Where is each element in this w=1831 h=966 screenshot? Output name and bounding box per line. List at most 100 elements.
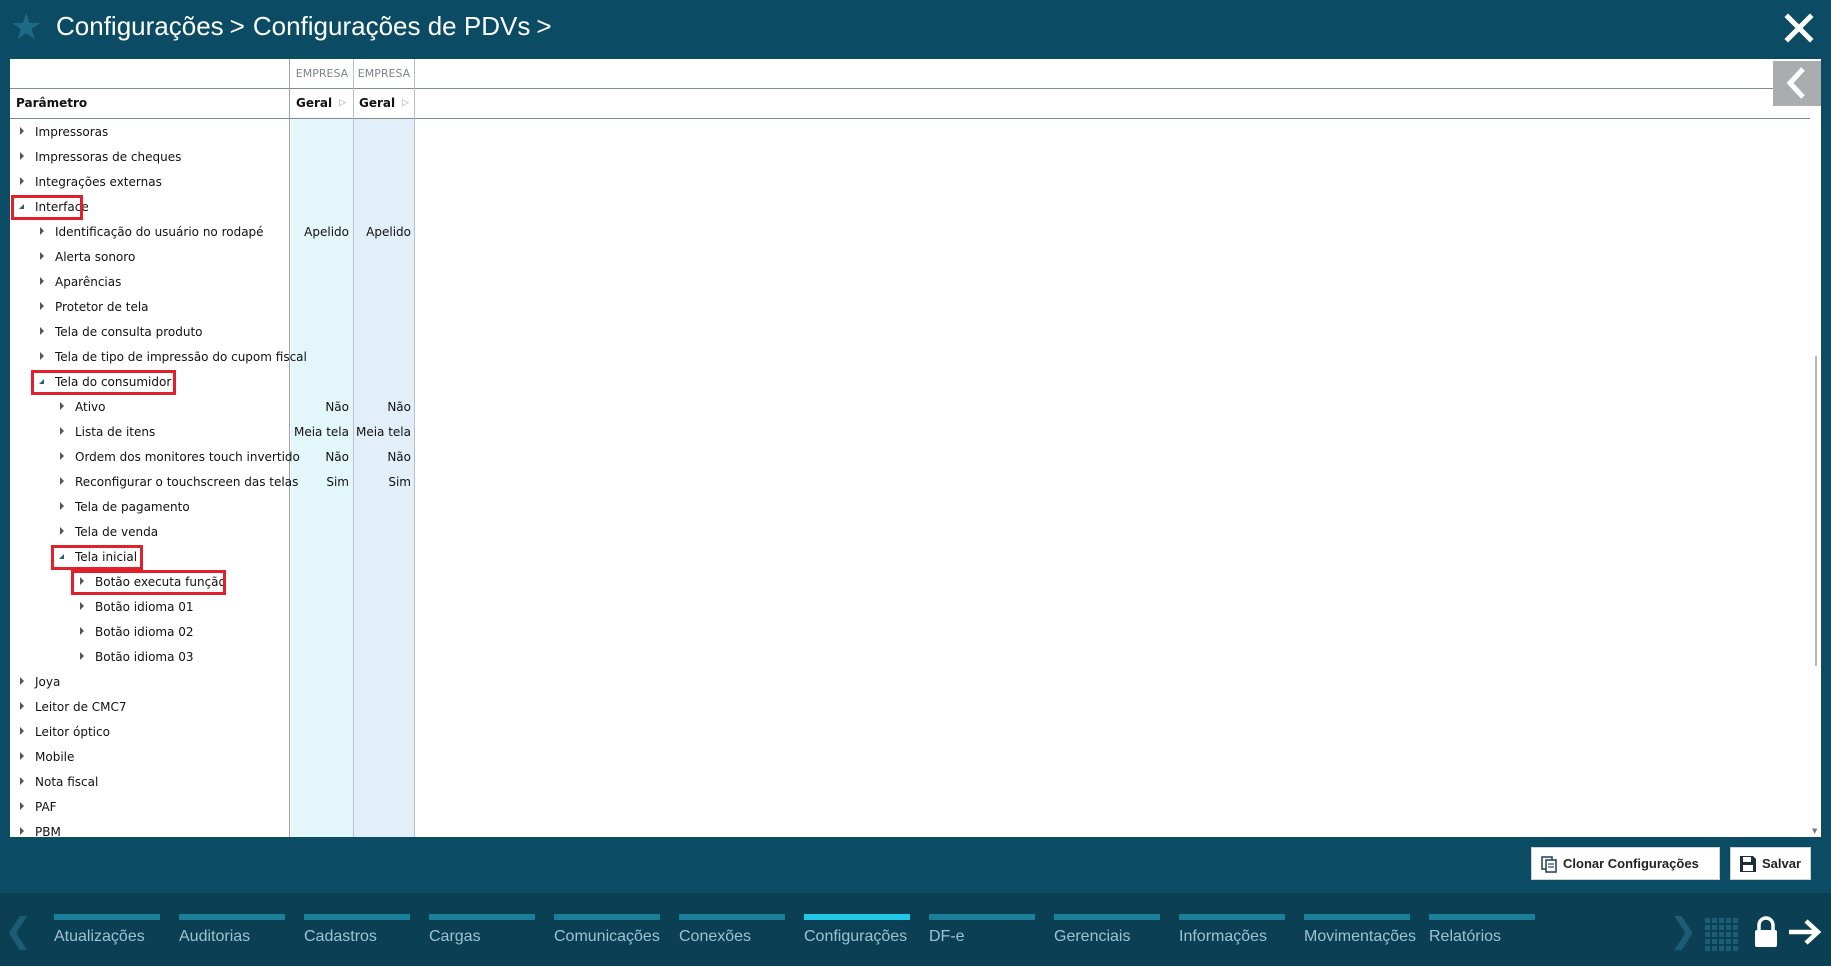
expand-arrow-icon[interactable] <box>80 602 84 610</box>
value-cell[interactable]: Não <box>353 400 411 414</box>
tree-row[interactable]: Ativo <box>10 395 290 420</box>
value-cell[interactable]: Sim <box>291 475 349 489</box>
tree-row[interactable]: Impressoras de cheques <box>10 145 290 170</box>
save-button[interactable]: Salvar <box>1730 847 1811 880</box>
expand-arrow-icon[interactable] <box>60 402 64 410</box>
tree-row[interactable]: PBM <box>10 820 290 837</box>
tree-row[interactable]: PAF <box>10 795 290 820</box>
tree-row[interactable]: Nota fiscal <box>10 770 290 795</box>
expand-arrow-icon[interactable] <box>20 127 24 135</box>
tree-row[interactable]: Reconfigurar o touchscreen das telas <box>10 470 298 495</box>
value-cell[interactable]: Sim <box>353 475 411 489</box>
nav-prev-icon[interactable]: ❮ <box>4 911 33 951</box>
expand-column-icon[interactable]: ▷ <box>402 98 409 108</box>
tree-row[interactable]: Botão executa função <box>10 570 290 595</box>
breadcrumb-separator[interactable]: > <box>536 11 551 42</box>
tree-row[interactable]: Integrações externas <box>10 170 290 195</box>
tree-row[interactable]: Tela de pagamento <box>10 495 290 520</box>
vertical-scrollbar[interactable]: ▼ <box>1811 119 1821 837</box>
expand-arrow-icon[interactable] <box>40 352 44 360</box>
expand-arrow-icon[interactable] <box>20 177 24 185</box>
nav-item[interactable]: Informações <box>1179 914 1285 946</box>
breadcrumb-item-configuracoes[interactable]: Configurações <box>56 11 224 42</box>
tree-row[interactable]: Ordem dos monitores touch invertido <box>10 445 300 470</box>
tree-row[interactable]: Lista de itens <box>10 420 290 445</box>
value-column-1: EMPRESA Geral ▷ <box>291 59 353 837</box>
nav-item[interactable]: Configurações <box>804 914 910 946</box>
expand-arrow-icon[interactable] <box>80 627 84 635</box>
nav-item[interactable]: Atualizações <box>54 914 160 946</box>
expand-arrow-icon[interactable] <box>20 752 24 760</box>
tree-row[interactable]: Botão idioma 02 <box>10 620 290 645</box>
expand-arrow-icon[interactable] <box>40 252 44 260</box>
tree-row[interactable]: Protetor de tela <box>10 295 290 320</box>
nav-item[interactable]: Movimentações <box>1304 914 1416 946</box>
expand-arrow-icon[interactable] <box>40 327 44 335</box>
value-cell[interactable]: Não <box>291 450 349 464</box>
expand-arrow-icon[interactable] <box>20 702 24 710</box>
value-cell[interactable]: Meia tela <box>353 425 411 439</box>
nav-item[interactable]: Cargas <box>429 914 535 946</box>
value-cell[interactable]: Apelido <box>291 225 349 239</box>
nav-next-icon[interactable]: ❯ <box>1669 911 1698 951</box>
tree-row[interactable]: Mobile <box>10 745 290 770</box>
expand-arrow-icon[interactable] <box>80 652 84 660</box>
nav-indicator <box>1429 914 1535 920</box>
logout-arrow-icon[interactable] <box>1787 917 1823 947</box>
tree-row[interactable]: Alerta sonoro <box>10 245 290 270</box>
nav-item[interactable]: Relatórios <box>1429 914 1535 946</box>
apps-grid-icon[interactable] <box>1704 917 1738 951</box>
expand-arrow-icon[interactable] <box>20 727 24 735</box>
tree-row[interactable]: Tela do consumidor <box>10 370 290 395</box>
breadcrumb-separator: > <box>229 11 245 41</box>
nav-item[interactable]: Conexões <box>679 914 785 946</box>
title-bar: ★ Configurações > Configurações de PDVs … <box>0 0 1831 59</box>
tree-row[interactable]: Botão idioma 03 <box>10 645 290 670</box>
expand-arrow-icon[interactable] <box>40 277 44 285</box>
expand-arrow-icon[interactable] <box>40 227 44 235</box>
expand-arrow-icon[interactable] <box>20 777 24 785</box>
expand-arrow-icon[interactable] <box>60 452 64 460</box>
nav-item[interactable]: DF-e <box>929 914 1035 946</box>
tree-row[interactable]: Joya <box>10 670 290 695</box>
expand-arrow-icon[interactable] <box>20 827 24 835</box>
tree-row[interactable]: Botão idioma 01 <box>10 595 290 620</box>
expand-arrow-icon[interactable] <box>60 427 64 435</box>
close-icon[interactable] <box>1781 10 1817 46</box>
star-icon[interactable]: ★ <box>10 10 42 46</box>
collapse-panel-button[interactable] <box>1773 61 1821 106</box>
value-cell[interactable]: Não <box>291 400 349 414</box>
nav-item[interactable]: Gerenciais <box>1054 914 1160 946</box>
tree-row[interactable]: Tela de consulta produto <box>10 320 290 345</box>
value-cell[interactable]: Não <box>353 450 411 464</box>
tree-row[interactable]: Leitor de CMC7 <box>10 695 290 720</box>
tree-row[interactable]: Leitor óptico <box>10 720 290 745</box>
value-cell[interactable]: Meia tela <box>291 425 349 439</box>
expand-arrow-icon[interactable] <box>20 802 24 810</box>
value-cell[interactable]: Apelido <box>353 225 411 239</box>
clone-config-button[interactable]: Clonar Configurações <box>1531 847 1720 880</box>
expand-arrow-icon[interactable] <box>60 502 64 510</box>
expand-arrow-icon[interactable] <box>60 527 64 535</box>
expand-arrow-icon[interactable] <box>40 302 44 310</box>
nav-item[interactable]: Auditorias <box>179 914 285 946</box>
expand-arrow-icon[interactable] <box>20 152 24 160</box>
expand-arrow-icon[interactable] <box>20 677 24 685</box>
breadcrumb: Configurações > Configurações de PDVs > <box>56 11 560 42</box>
tree-row[interactable]: Identificação do usuário no rodapé <box>10 220 290 245</box>
tree-row[interactable]: Aparências <box>10 270 290 295</box>
expand-column-icon[interactable]: ▷ <box>339 98 346 108</box>
lock-icon[interactable] <box>1752 915 1780 949</box>
tree-row[interactable]: Tela de tipo de impressão do cupom fisca… <box>10 345 307 370</box>
tree-row[interactable]: Tela de venda <box>10 520 290 545</box>
tree-row[interactable]: Impressoras <box>10 120 290 145</box>
expand-arrow-icon[interactable] <box>60 477 64 485</box>
scroll-down-icon[interactable]: ▼ <box>1812 827 1817 835</box>
tree-row[interactable]: Tela inicial <box>10 545 290 570</box>
breadcrumb-item-configuracoes-pdvs[interactable]: Configurações de PDVs <box>253 11 530 42</box>
scrollbar-thumb[interactable] <box>1815 356 1817 666</box>
nav-item[interactable]: Cadastros <box>304 914 410 946</box>
nav-item-label: Configurações <box>804 928 908 945</box>
nav-item[interactable]: Comunicações <box>554 914 660 946</box>
tree-row[interactable]: Interface <box>10 195 290 220</box>
